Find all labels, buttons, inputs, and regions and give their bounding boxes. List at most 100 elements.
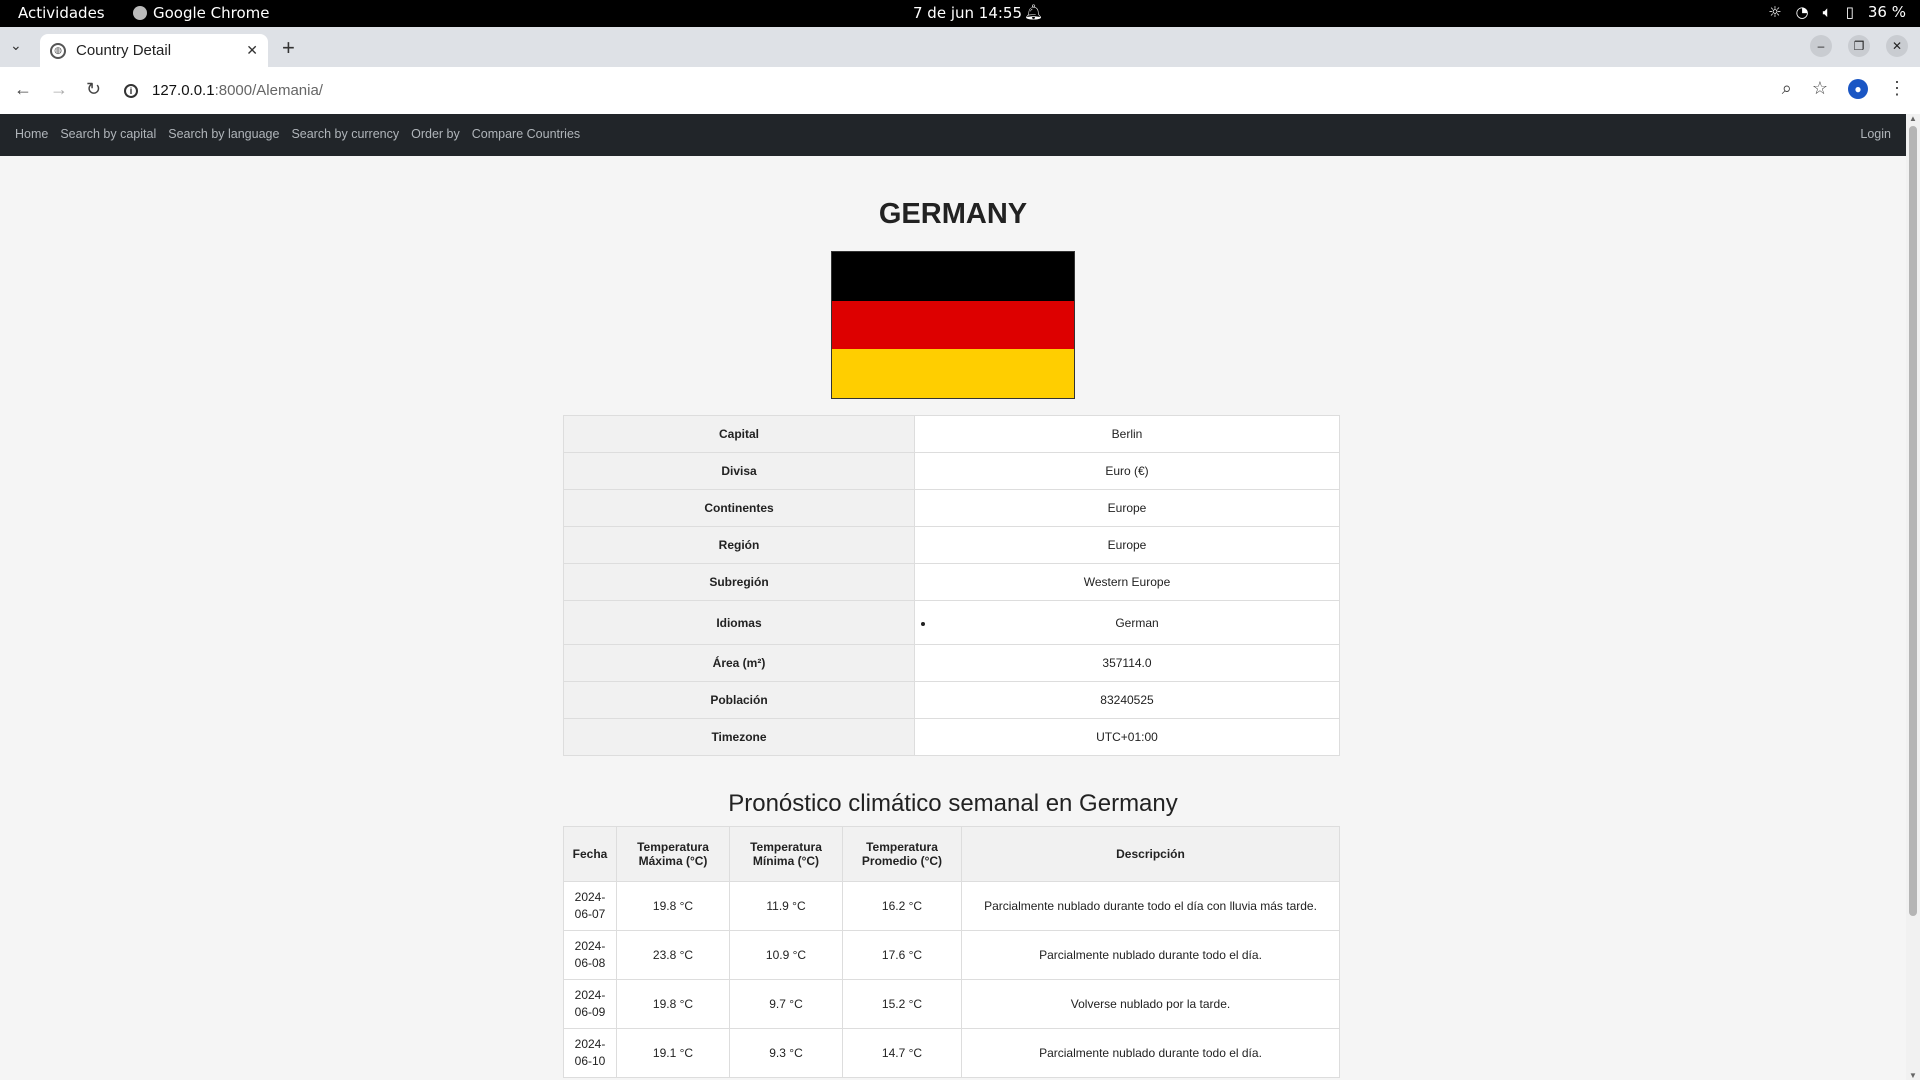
forecast-heading: Pronóstico climático semanal en Germany [728, 790, 1178, 817]
table-row: 2024-06-09 19.8 °C 9.7 °C 15.2 °C Volver… [563, 979, 1340, 1029]
flag-band-3 [832, 349, 1074, 398]
cell-date: 2024-06-09 [563, 979, 617, 1029]
forecast-table: Fecha Temperatura Máxima (°C) Temperatur… [563, 826, 1340, 1078]
cell-min: 9.3 °C [729, 1028, 843, 1078]
forward-arrow-icon[interactable]: → [50, 79, 68, 100]
zoom-magnifier-icon[interactable]: ⌕ [1782, 78, 1792, 99]
nav-compare-countries[interactable]: Compare Countries [472, 127, 580, 141]
table-row: Área (m²) 357114.0 [563, 644, 1340, 682]
table-row: 2024-06-08 23.8 °C 10.9 °C 17.6 °C Parci… [563, 930, 1340, 980]
column-header: Temperatura Máxima (°C) [616, 826, 730, 882]
site-navbar: Home Search by capital Search by languag… [0, 114, 1906, 156]
nav-login[interactable]: Login [1860, 127, 1891, 141]
scroll-down-arrow-icon[interactable]: ▼ [1909, 1071, 1917, 1080]
cell-avg: 15.2 °C [842, 979, 962, 1029]
info-value: Western Europe [914, 563, 1340, 601]
minimize-icon[interactable]: – [1810, 35, 1832, 57]
site-nav-links: Home Search by capital Search by languag… [15, 127, 580, 141]
cell-min: 11.9 °C [729, 881, 843, 931]
cell-date: 2024-06-10 [563, 1028, 617, 1078]
cell-description: Parcialmente nublado durante todo el día… [961, 881, 1340, 931]
cell-max: 23.8 °C [616, 930, 730, 980]
battery-level: 36 % [1867, 3, 1906, 21]
bookmark-star-icon[interactable]: ☆ [1812, 78, 1828, 99]
country-flag [831, 251, 1075, 399]
info-label: Divisa [563, 452, 915, 490]
table-row: Continentes Europe [563, 489, 1340, 527]
activities-button[interactable]: Actividades [18, 4, 105, 22]
site-info-icon[interactable]: i [124, 83, 138, 98]
tab-search-chevron-icon[interactable]: ⌄ [10, 37, 22, 54]
column-header: Fecha [563, 826, 617, 882]
cell-avg: 17.6 °C [842, 930, 962, 980]
chrome-icon [133, 6, 147, 20]
info-label: Subregión [563, 563, 915, 601]
cell-date: 2024-06-07 [563, 881, 617, 931]
info-label: Capital [563, 415, 915, 453]
language-list: German [915, 616, 1339, 630]
column-header: Temperatura Promedio (°C) [842, 826, 962, 882]
nav-home[interactable]: Home [15, 127, 48, 141]
active-app-label: Google Chrome [153, 4, 270, 22]
table-row: Timezone UTC+01:00 [563, 718, 1340, 756]
new-tab-plus-icon[interactable]: + [282, 35, 295, 61]
info-value: 83240525 [914, 681, 1340, 719]
url-text: 127.0.0.1:8000/Alemania/ [152, 82, 323, 99]
volume-icon: 🔈︎ [1822, 3, 1832, 21]
wifi-icon: ◔ [1795, 3, 1809, 21]
info-value: Europe [914, 489, 1340, 527]
scrollbar-thumb[interactable] [1909, 126, 1917, 916]
info-label: Continentes [563, 489, 915, 527]
close-tab-icon[interactable]: ✕ [246, 42, 258, 59]
active-app-menu[interactable]: Google Chrome [133, 4, 270, 22]
scroll-up-arrow-icon[interactable]: ▲ [1909, 114, 1917, 123]
cell-description: Volverse nublado por la tarde. [961, 979, 1340, 1029]
system-tray[interactable]: ☼ ◔ 🔈︎ ▯ 36 % [1768, 3, 1906, 21]
info-value: Europe [914, 526, 1340, 564]
back-arrow-icon[interactable]: ← [14, 79, 32, 100]
nav-search-by-capital[interactable]: Search by capital [60, 127, 156, 141]
column-header: Descripción [961, 826, 1340, 882]
info-value: 357114.0 [914, 644, 1340, 682]
list-item: German [935, 616, 1339, 630]
table-row: Idiomas German [563, 600, 1340, 645]
cell-description: Parcialmente nublado durante todo el día… [961, 930, 1340, 980]
reload-icon[interactable]: ↻ [86, 79, 101, 100]
cell-avg: 14.7 °C [842, 1028, 962, 1078]
globe-icon: ◍ [50, 42, 66, 59]
close-window-icon[interactable]: ✕ [1886, 35, 1908, 57]
page-viewport: Home Search by capital Search by languag… [0, 114, 1906, 1080]
page-scrollbar[interactable]: ▲ ▼ [1906, 114, 1920, 1080]
cell-avg: 16.2 °C [842, 881, 962, 931]
battery-icon: ▯ [1845, 3, 1854, 21]
table-row: 2024-06-10 19.1 °C 9.3 °C 14.7 °C Parcia… [563, 1028, 1340, 1078]
tab-strip: ⌄ ◍ Country Detail ✕ + – ❐ ✕ [0, 27, 1920, 67]
restore-icon[interactable]: ❐ [1848, 35, 1870, 57]
table-row: Capital Berlin [563, 415, 1340, 453]
country-name-heading: GERMANY [878, 198, 1028, 230]
nav-search-by-language[interactable]: Search by language [168, 127, 279, 141]
chrome-menu-kebab-icon[interactable]: ⋮ [1888, 78, 1906, 99]
url-host: 127.0.0.1 [152, 82, 215, 99]
info-label: Idiomas [563, 600, 915, 645]
nav-order-by[interactable]: Order by [411, 127, 460, 141]
nav-search-by-currency[interactable]: Search by currency [291, 127, 399, 141]
table-row: 2024-06-07 19.8 °C 11.9 °C 16.2 °C Parci… [563, 881, 1340, 931]
window-controls: – ❐ ✕ [1810, 35, 1908, 57]
info-label: Timezone [563, 718, 915, 756]
profile-avatar-icon[interactable]: ● [1848, 78, 1868, 99]
clock[interactable]: 7 de jun 14:55 [913, 4, 1022, 22]
os-top-bar: Actividades Google Chrome 7 de jun 14:55… [0, 0, 1920, 27]
info-label: Población [563, 681, 915, 719]
browser-toolbar: ← → ↻ i 127.0.0.1:8000/Alemania/ ⌕ ☆ ● ⋮ [0, 67, 1920, 115]
tab-country-detail[interactable]: ◍ Country Detail ✕ [40, 34, 268, 67]
country-info-table: Capital Berlin Divisa Euro (€) Continentes… [563, 415, 1340, 756]
cell-description: Parcialmente nublado durante todo el día… [961, 1028, 1340, 1078]
info-value: UTC+01:00 [914, 718, 1340, 756]
table-row: Divisa Euro (€) [563, 452, 1340, 490]
toolbar-actions: ⌕ ☆ ● ⋮ [1782, 78, 1906, 99]
table-header-row: Fecha Temperatura Máxima (°C) Temperatur… [563, 826, 1340, 882]
flag-band-2 [832, 300, 1074, 350]
address-bar[interactable]: i 127.0.0.1:8000/Alemania/ [124, 75, 1774, 106]
url-path: :8000/Alemania/ [214, 82, 323, 99]
